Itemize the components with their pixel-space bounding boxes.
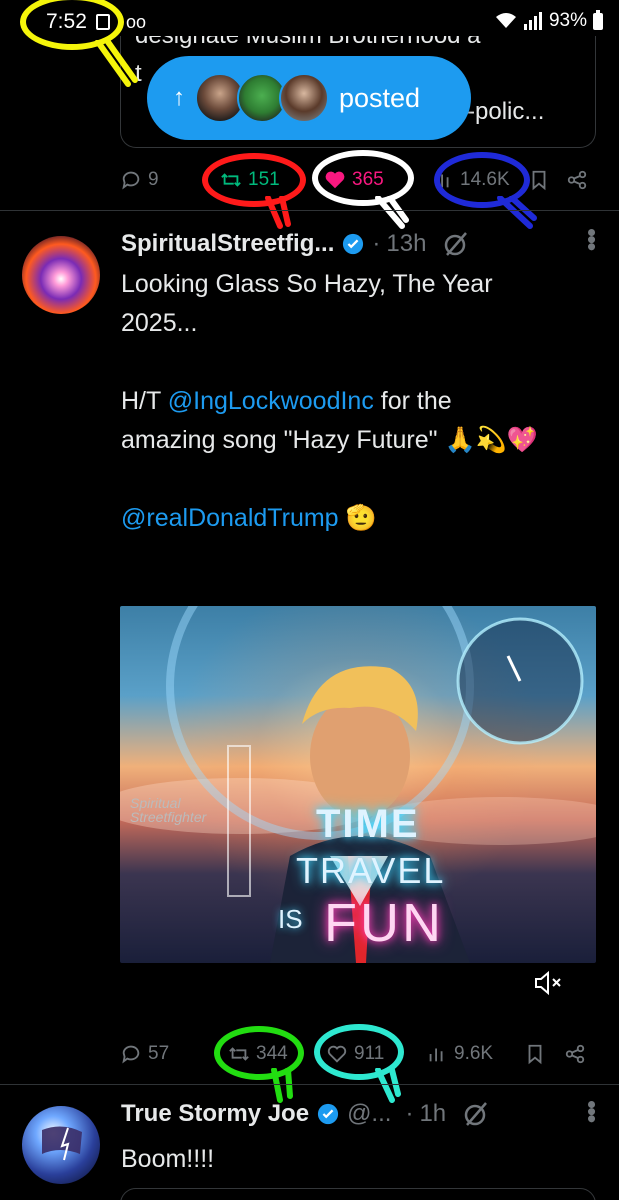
tweet-text-line: @realDonaldTrump 🫡 xyxy=(121,499,601,538)
share-icon xyxy=(565,1044,585,1064)
tweet3-header: True Stormy Joe @... · 1h xyxy=(121,1100,490,1128)
battery-percent: 93% xyxy=(548,10,587,31)
tweet-text-line: H/T @IngLockwoodInc for the xyxy=(121,382,601,421)
grok-icon[interactable] xyxy=(442,230,470,258)
bookmark-icon xyxy=(528,1044,542,1065)
salute-emoji: 🫡 xyxy=(345,504,377,532)
quoted-text-line3: -polic... xyxy=(467,98,545,125)
signal-icon xyxy=(523,12,542,30)
tweet-text-line: amazing song "Hazy Future" 🙏💫💖 xyxy=(121,426,538,454)
reply-icon xyxy=(122,1045,140,1064)
status-icons: 93% xyxy=(495,9,603,32)
watermark: Spiritual Streetfighter xyxy=(130,795,207,825)
tweet2-body: Looking Glass So Hazy, The Year 2025... … xyxy=(121,265,601,538)
media-text-fun: FUN xyxy=(324,893,444,953)
reply-button[interactable]: 57 xyxy=(120,1043,169,1065)
annotation-white-tail xyxy=(375,196,409,229)
wifi-icon xyxy=(495,13,516,28)
annotation-red-tail xyxy=(265,196,291,229)
display-name[interactable]: True Stormy Joe xyxy=(121,1100,309,1128)
media-text-is: IS xyxy=(278,904,303,934)
views-count: 9.6K xyxy=(454,1043,494,1064)
display-name[interactable]: SpiritualStreetfig... xyxy=(121,230,334,258)
bookmark-button[interactable] xyxy=(528,169,550,191)
reply-icon xyxy=(122,171,140,190)
avatar xyxy=(279,73,329,123)
divider xyxy=(0,1084,619,1085)
quoted-text-line1: designate Muslim Brotherhood a xyxy=(135,36,481,50)
reply-button[interactable]: 9 xyxy=(120,169,159,191)
quoted-card-edge xyxy=(120,1188,596,1200)
battery-icon xyxy=(593,9,603,30)
tweet2-header: SpiritualStreetfig... · 13h xyxy=(121,230,470,258)
new-posts-pill[interactable]: ↑ posted xyxy=(147,56,471,140)
tweet-text-line: 2025... xyxy=(121,309,198,337)
views-icon xyxy=(429,1048,443,1062)
ht-prefix: H/T xyxy=(121,387,168,415)
bookmark-button[interactable] xyxy=(524,1043,546,1065)
tweet-text-line: Looking Glass So Hazy, The Year xyxy=(121,270,493,298)
annotation-green-tail xyxy=(271,1068,293,1103)
ht-suffix: for the xyxy=(373,387,452,415)
voicemail-icon: oo xyxy=(126,12,147,32)
more-options-icon[interactable]: ••• xyxy=(576,228,607,249)
tweet3-body: Boom!!!! xyxy=(121,1140,601,1179)
media-text-travel: TRAVEL xyxy=(296,850,446,891)
tweet-media-image[interactable]: Spiritual Streetfighter TIME TRAVEL IS F… xyxy=(120,606,596,963)
annotation-cyan-tail xyxy=(375,1068,401,1103)
timestamp[interactable]: 13h xyxy=(386,230,426,258)
timestamp[interactable]: 1h xyxy=(419,1100,446,1128)
pill-avatars xyxy=(195,73,329,123)
mute-icon[interactable] xyxy=(533,970,563,996)
arrow-up-icon: ↑ xyxy=(173,84,185,111)
reply-count: 57 xyxy=(148,1043,170,1064)
grok-icon[interactable] xyxy=(462,1100,490,1128)
share-button[interactable] xyxy=(566,169,588,191)
avatar[interactable] xyxy=(22,236,100,314)
divider xyxy=(0,210,619,211)
bookmark-icon xyxy=(532,170,546,191)
share-button[interactable] xyxy=(564,1043,586,1065)
flag-icon xyxy=(42,1126,82,1161)
separator: · xyxy=(372,230,381,257)
verified-badge-icon xyxy=(343,233,364,255)
pill-label: posted xyxy=(339,82,421,113)
views-button[interactable]: 9.6K xyxy=(426,1043,493,1065)
reply-count: 9 xyxy=(148,169,159,190)
share-icon xyxy=(567,170,587,190)
verified-badge-icon xyxy=(317,1103,339,1125)
tweet-text-line: Boom!!!! xyxy=(121,1145,215,1173)
more-options-icon[interactable]: ••• xyxy=(576,1100,607,1121)
annotation-blue-tail xyxy=(497,196,537,229)
mention-link[interactable]: @IngLockwoodInc xyxy=(168,387,374,415)
separator: · xyxy=(405,1100,414,1127)
media-text-time: TIME xyxy=(316,802,420,846)
annotation-yellow-tail xyxy=(95,40,138,87)
mention-link[interactable]: @realDonaldTrump xyxy=(121,504,339,532)
handle[interactable]: @... xyxy=(347,1100,391,1128)
